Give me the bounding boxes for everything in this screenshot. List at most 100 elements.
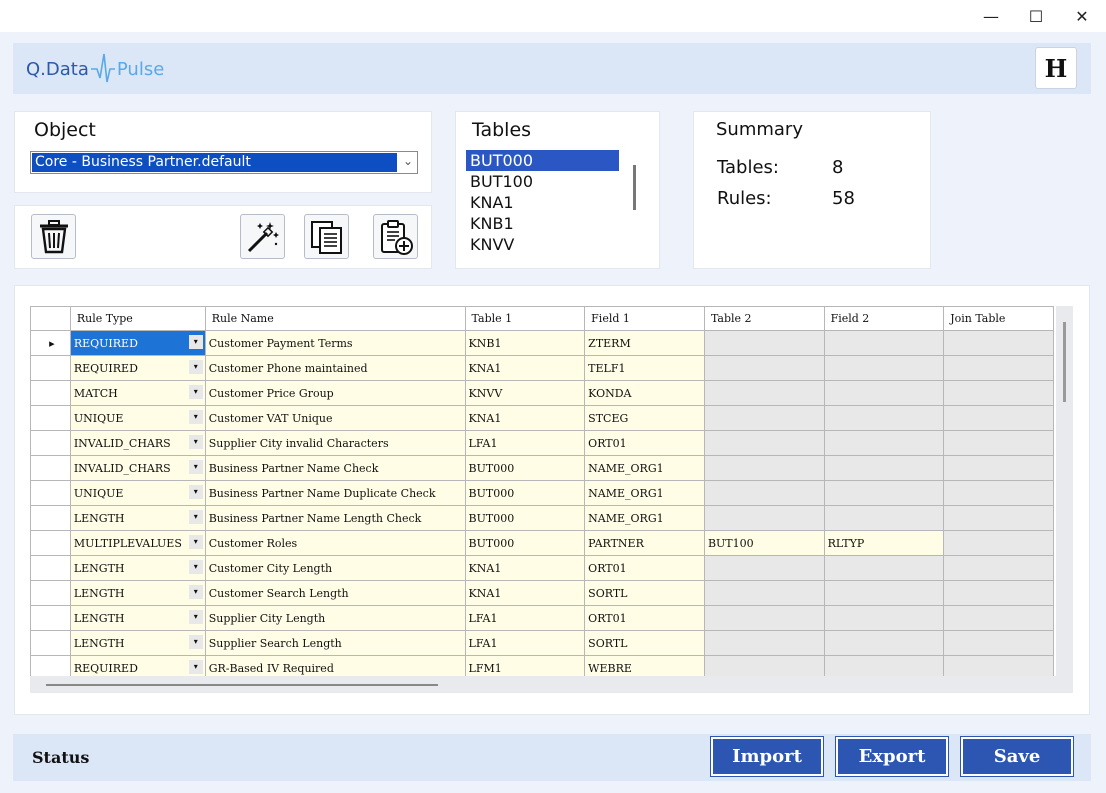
table-cell[interactable] xyxy=(943,455,1054,481)
table-cell[interactable] xyxy=(703,655,825,676)
help-button[interactable]: H xyxy=(1035,47,1077,89)
delete-button[interactable] xyxy=(31,214,76,259)
list-item[interactable]: KNVV xyxy=(466,234,619,255)
row-header[interactable] xyxy=(30,455,71,481)
table-cell[interactable]: Customer Phone maintained xyxy=(204,355,466,381)
table-row[interactable]: LENGTH ▾ Customer Search Length KNA1 SORTL xyxy=(30,580,1054,606)
rule-type-cell[interactable]: MULTIPLEVALUES ▾ xyxy=(69,530,206,556)
list-item[interactable]: BUT100 xyxy=(466,171,619,192)
dropdown-arrow-icon[interactable]: ▾ xyxy=(188,585,203,599)
table-cell[interactable]: ORT01 xyxy=(584,430,705,456)
table-cell[interactable]: SORTL xyxy=(584,580,705,606)
table-cell[interactable]: LFA1 xyxy=(464,430,586,456)
rule-type-cell[interactable]: LENGTH ▾ xyxy=(69,630,206,656)
dropdown-arrow-icon[interactable]: ▾ xyxy=(188,460,203,474)
table-cell[interactable]: ORT01 xyxy=(584,605,705,631)
table-cell[interactable]: LFA1 xyxy=(464,630,586,656)
table-cell[interactable] xyxy=(823,580,945,606)
table-cell[interactable] xyxy=(823,505,945,531)
table-cell[interactable] xyxy=(943,505,1054,531)
copy-button[interactable] xyxy=(304,214,349,259)
table-cell[interactable] xyxy=(943,380,1054,406)
rule-type-cell[interactable]: LENGTH ▾ xyxy=(69,605,206,631)
list-item[interactable]: KNA1 xyxy=(466,192,619,213)
table-cell[interactable]: RLTYP xyxy=(823,530,945,556)
column-header[interactable]: Table 1 xyxy=(464,306,586,331)
table-row[interactable]: UNIQUE ▾ Business Partner Name Duplicate C… xyxy=(30,480,1054,506)
table-cell[interactable]: LFA1 xyxy=(464,605,586,631)
tables-listbox[interactable]: BUT000 BUT100 KNA1 KNB1 KNVV xyxy=(466,150,642,256)
table-cell[interactable]: SORTL xyxy=(584,630,705,656)
table-cell[interactable] xyxy=(943,655,1054,676)
table-cell[interactable] xyxy=(703,605,825,631)
table-row[interactable]: REQUIRED ▾ GR-Based IV Required LFM1 WEBRE xyxy=(30,655,1054,676)
table-cell[interactable] xyxy=(943,355,1054,381)
dropdown-arrow-icon[interactable]: ▾ xyxy=(188,535,203,549)
object-select[interactable]: Core - Business Partner.default ⌄ xyxy=(30,151,418,174)
save-button[interactable]: Save xyxy=(961,737,1073,776)
rule-type-cell[interactable]: LENGTH ▾ xyxy=(69,555,206,581)
table-cell[interactable]: Customer Price Group xyxy=(204,380,466,406)
table-cell[interactable] xyxy=(703,355,825,381)
table-cell[interactable]: Customer Search Length xyxy=(204,580,466,606)
table-cell[interactable] xyxy=(823,555,945,581)
table-cell[interactable]: WEBRE xyxy=(584,655,705,676)
grid-horizontal-scrollbar[interactable] xyxy=(30,676,1073,693)
dropdown-arrow-icon[interactable]: ▾ xyxy=(188,635,203,649)
dropdown-arrow-icon[interactable]: ▾ xyxy=(188,410,203,424)
column-header[interactable]: Rule Name xyxy=(204,306,466,331)
column-header[interactable]: Rule Type xyxy=(69,306,206,331)
table-cell[interactable]: Supplier City invalid Characters xyxy=(204,430,466,456)
row-header[interactable]: ▸ xyxy=(30,330,71,356)
table-row[interactable]: LENGTH ▾ Business Partner Name Length Chec… xyxy=(30,505,1054,531)
table-cell[interactable]: PARTNER xyxy=(584,530,705,556)
table-cell[interactable] xyxy=(943,630,1054,656)
column-header[interactable]: Field 2 xyxy=(823,306,945,331)
table-row[interactable]: INVALID_CHARS ▾ Supplier City invalid Char… xyxy=(30,430,1054,456)
row-header[interactable] xyxy=(30,555,71,581)
table-cell[interactable]: KNB1 xyxy=(464,330,586,356)
table-row[interactable]: ▸ REQUIRED ▾ Customer Payment Terms KNB1 ZTER… xyxy=(30,330,1054,356)
table-cell[interactable]: Supplier Search Length xyxy=(204,630,466,656)
table-cell[interactable]: KNA1 xyxy=(464,405,586,431)
table-cell[interactable] xyxy=(943,430,1054,456)
table-cell[interactable] xyxy=(703,480,825,506)
table-cell[interactable]: Customer Roles xyxy=(204,530,466,556)
table-cell[interactable] xyxy=(703,555,825,581)
table-cell[interactable]: KNA1 xyxy=(464,555,586,581)
table-row[interactable]: UNIQUE ▾ Customer VAT Unique KNA1 STCEG xyxy=(30,405,1054,431)
list-item[interactable]: BUT000 xyxy=(466,150,619,171)
table-cell[interactable]: ZTERM xyxy=(584,330,705,356)
table-cell[interactable] xyxy=(823,480,945,506)
table-cell[interactable]: Customer City Length xyxy=(204,555,466,581)
table-cell[interactable] xyxy=(943,555,1054,581)
minimize-button[interactable]: — xyxy=(968,0,1014,32)
export-button[interactable]: Export xyxy=(836,737,948,776)
dropdown-arrow-icon[interactable]: ▾ xyxy=(188,560,203,574)
table-cell[interactable]: Supplier City Length xyxy=(204,605,466,631)
table-cell[interactable] xyxy=(703,405,825,431)
table-cell[interactable]: Customer VAT Unique xyxy=(204,405,466,431)
close-button[interactable]: ✕ xyxy=(1059,0,1105,32)
dropdown-arrow-icon[interactable]: ▾ xyxy=(188,485,203,499)
rule-type-cell[interactable]: MATCH ▾ xyxy=(69,380,206,406)
table-row[interactable]: LENGTH ▾ Customer City Length KNA1 ORT01 xyxy=(30,555,1054,581)
maximize-button[interactable]: ☐ xyxy=(1013,0,1059,32)
row-header[interactable] xyxy=(30,530,71,556)
table-cell[interactable]: Business Partner Name Check xyxy=(204,455,466,481)
grid-vertical-scrollbar[interactable] xyxy=(1056,306,1073,693)
dropdown-arrow-icon[interactable]: ▾ xyxy=(188,660,203,674)
rule-type-cell[interactable]: REQUIRED ▾ xyxy=(69,355,206,381)
table-cell[interactable] xyxy=(823,455,945,481)
table-cell[interactable] xyxy=(823,330,945,356)
rule-type-cell[interactable]: REQUIRED ▾ xyxy=(69,655,206,676)
rule-type-cell[interactable]: LENGTH ▾ xyxy=(69,505,206,531)
table-cell[interactable] xyxy=(703,580,825,606)
dropdown-arrow-icon[interactable]: ▾ xyxy=(188,335,203,349)
table-cell[interactable] xyxy=(943,530,1054,556)
table-cell[interactable] xyxy=(943,605,1054,631)
scroll-thumb[interactable] xyxy=(46,684,438,686)
rule-type-cell[interactable]: INVALID_CHARS ▾ xyxy=(69,430,206,456)
table-cell[interactable]: Business Partner Name Duplicate Check xyxy=(204,480,466,506)
table-cell[interactable] xyxy=(823,380,945,406)
